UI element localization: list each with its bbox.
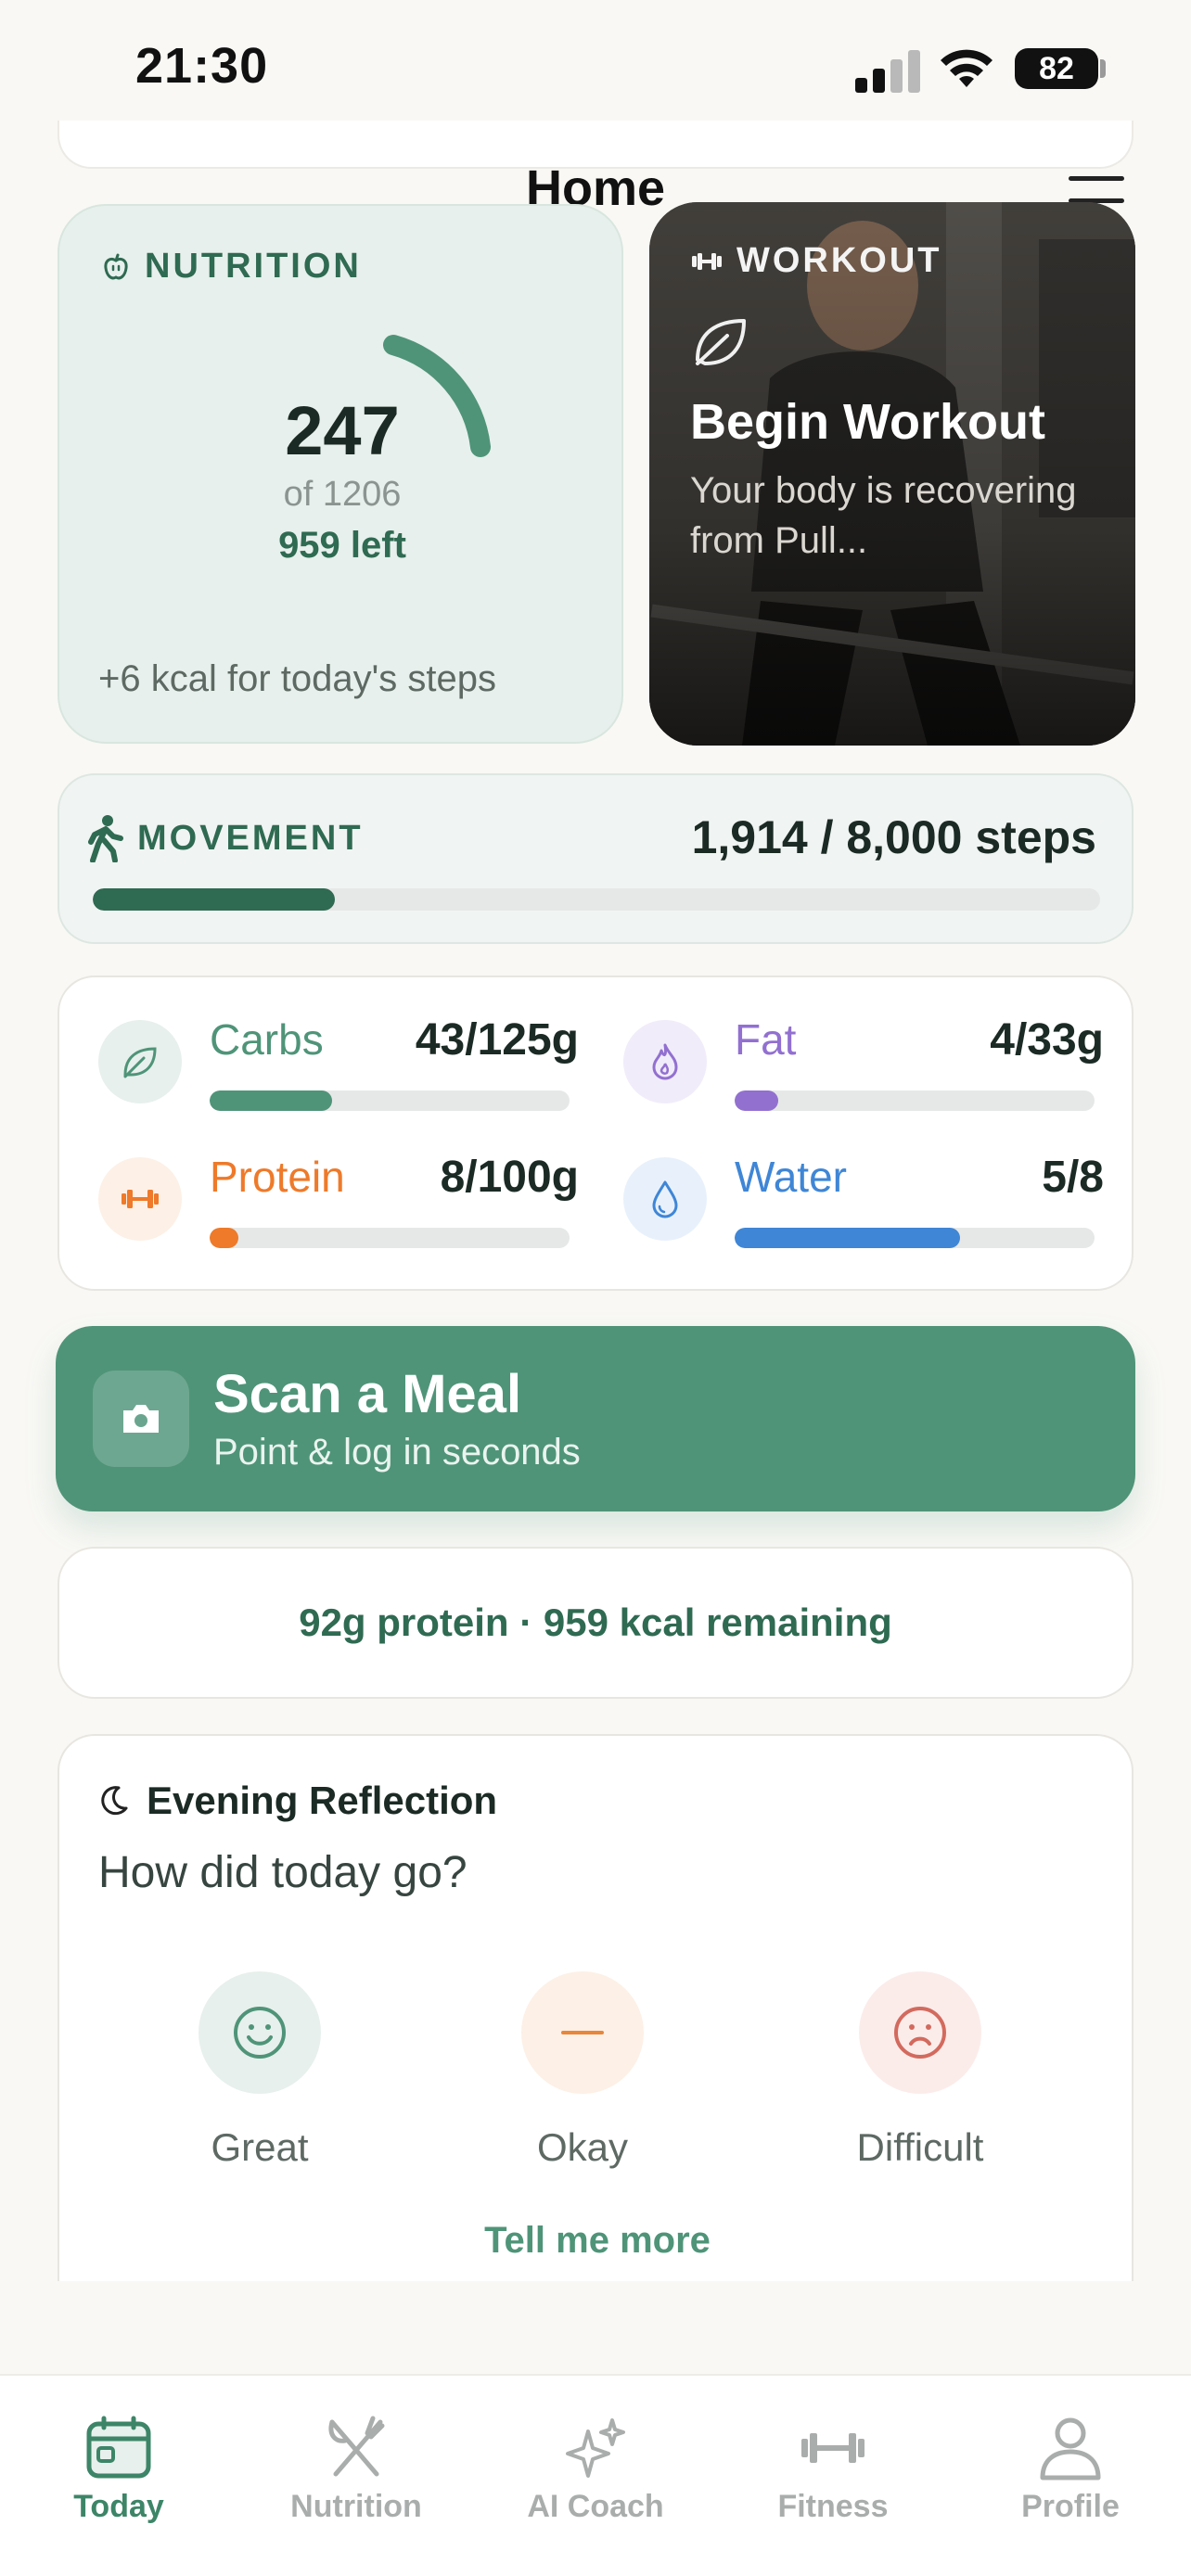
- reflection-title: Evening Reflection: [147, 1779, 498, 1822]
- macro-progress-fill: [735, 1228, 960, 1248]
- tab-profile[interactable]: Profile: [978, 2413, 1163, 2525]
- status-bar: 21:30 82: [0, 0, 1191, 130]
- frown-icon: [859, 1971, 981, 2094]
- nutrition-label: NUTRITION: [100, 247, 362, 287]
- mood-okay-button[interactable]: Okay: [462, 1971, 703, 2170]
- steps-count: 1,914 / 8,000 steps: [691, 811, 1096, 863]
- workout-label-text: WORKOUT: [736, 241, 942, 280]
- mood-difficult-button[interactable]: Difficult: [800, 1971, 1041, 2170]
- smile-icon: [198, 1971, 321, 2094]
- workout-subtitle: Your body is recovering from Pull...: [690, 470, 1077, 561]
- macro-value: 43/125g: [415, 1015, 579, 1065]
- mood-label: Great: [211, 2125, 309, 2169]
- remaining-summary: 92g protein · 959 kcal remaining: [58, 1547, 1133, 1699]
- mood-label: Okay: [536, 2125, 629, 2169]
- fork-knife-icon: [328, 2416, 385, 2477]
- tab-nutrition[interactable]: Nutrition: [263, 2413, 449, 2525]
- scan-subtitle: Point & log in seconds: [213, 1432, 581, 1473]
- tab-fitness[interactable]: Fitness: [740, 2413, 926, 2525]
- macro-protein[interactable]: Protein 8/100g: [59, 1115, 579, 1248]
- leaf-icon: [696, 319, 746, 365]
- person-icon: [1040, 2417, 1101, 2480]
- battery-tip: [1100, 59, 1106, 78]
- neutral-dash-icon: [521, 1971, 644, 2094]
- calendar-icon: [86, 2416, 151, 2479]
- macro-name: Protein: [210, 1153, 345, 1201]
- scan-title: Scan a Meal: [213, 1364, 522, 1424]
- reflection-header: Evening Reflection: [96, 1779, 497, 1823]
- nutrition-label-text: NUTRITION: [145, 247, 362, 286]
- moon-icon: [101, 1786, 128, 1816]
- calories-consumed: 247: [285, 392, 400, 469]
- macro-name: Carbs: [210, 1015, 324, 1064]
- dumbbell-icon: [692, 252, 722, 270]
- walking-icon: [88, 815, 123, 862]
- tab-ai-coach[interactable]: AI Coach: [503, 2413, 688, 2525]
- cellular-signal-icon: [855, 48, 922, 93]
- tab-label: Profile: [1021, 2489, 1120, 2524]
- macro-progress-track: [735, 1228, 1095, 1248]
- macros-card[interactable]: Carbs 43/125g Fat 4/33g Protein 8/100g W…: [58, 976, 1133, 1291]
- movement-label-text: MOVEMENT: [137, 818, 364, 858]
- begin-workout-title: Begin Workout: [690, 394, 1045, 450]
- tab-label: Nutrition: [290, 2489, 422, 2524]
- steps-progress-fill: [93, 888, 335, 911]
- reflection-question: How did today go?: [98, 1848, 467, 1897]
- macro-name: Fat: [735, 1015, 797, 1064]
- macro-value: 4/33g: [990, 1015, 1104, 1065]
- leaf-icon: [98, 1020, 182, 1103]
- water-drop-icon: [623, 1157, 707, 1241]
- wifi-icon: [941, 49, 992, 87]
- macro-carbs[interactable]: Carbs 43/125g: [59, 977, 579, 1111]
- camera-icon: [93, 1371, 189, 1467]
- tab-today[interactable]: Today: [26, 2413, 211, 2525]
- evening-reflection-card: Evening Reflection How did today go? Gre…: [58, 1734, 1133, 2281]
- flame-icon: [623, 1020, 707, 1103]
- macro-progress-fill: [210, 1228, 239, 1248]
- dumbbell-icon: [801, 2433, 864, 2463]
- macro-water[interactable]: Water 5/8: [584, 1115, 1104, 1248]
- sparkles-icon: [566, 2418, 625, 2478]
- tell-me-more-link[interactable]: Tell me more: [59, 2220, 1132, 2262]
- macro-fat[interactable]: Fat 4/33g: [584, 977, 1104, 1111]
- bottom-tab-bar: Today Nutrition AI Coach Fitness Profile: [0, 2374, 1191, 2576]
- macro-value: 8/100g: [440, 1153, 579, 1202]
- scan-meal-button[interactable]: Scan a Meal Point & log in seconds: [56, 1326, 1135, 1511]
- macro-name: Water: [735, 1153, 847, 1201]
- mood-great-button[interactable]: Great: [139, 1971, 380, 2170]
- battery-indicator: 82: [1015, 48, 1098, 89]
- mood-label: Difficult: [856, 2125, 984, 2169]
- macro-progress-track: [210, 1228, 570, 1248]
- steps-progress-track: [93, 888, 1100, 911]
- calories-left: 959 left: [278, 525, 406, 566]
- tab-label: AI Coach: [527, 2489, 664, 2524]
- status-time: 21:30: [135, 38, 269, 94]
- steps-bonus-text: +6 kcal for today's steps: [98, 658, 496, 699]
- movement-label: MOVEMENT: [87, 814, 364, 862]
- macro-progress-track: [210, 1090, 570, 1111]
- calorie-goal: of 1206: [283, 475, 402, 514]
- dumbbell-icon: [98, 1157, 182, 1241]
- movement-card[interactable]: MOVEMENT 1,914 / 8,000 steps: [58, 773, 1133, 944]
- tab-label: Today: [73, 2489, 164, 2524]
- macro-value: 5/8: [1042, 1153, 1104, 1202]
- macro-progress-fill: [210, 1090, 332, 1111]
- tab-label: Fitness: [777, 2489, 889, 2524]
- macro-progress-track: [735, 1090, 1095, 1111]
- nutrition-card[interactable]: NUTRITION 247 of 1206 959 left +6 kcal f…: [58, 204, 623, 744]
- workout-label: WORKOUT: [690, 241, 942, 281]
- workout-card[interactable]: WORKOUT Begin Workout Your body is recov…: [649, 202, 1135, 746]
- macro-progress-fill: [735, 1090, 778, 1111]
- apple-icon: [104, 253, 128, 279]
